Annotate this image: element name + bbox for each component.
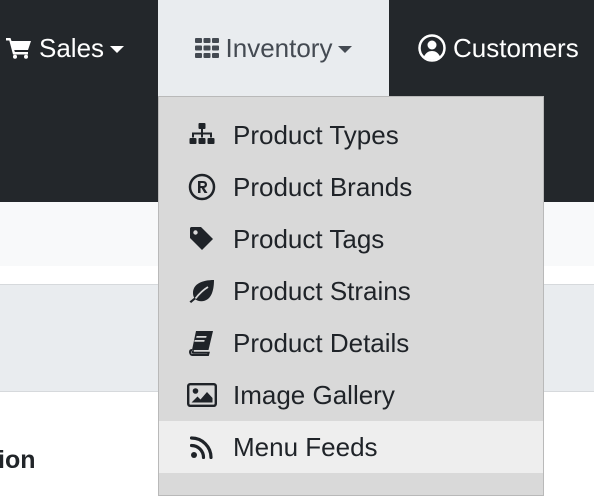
nav-inventory-label: Inventory <box>225 32 333 63</box>
user-circle-icon <box>418 34 446 62</box>
grid-icon <box>194 38 219 58</box>
chevron-down-icon <box>338 46 353 53</box>
menu-item-label: Product Tags <box>233 223 385 254</box>
nav-sales[interactable]: Sales <box>6 0 125 96</box>
nav-customers[interactable]: Customers <box>418 0 579 96</box>
menu-item-label: Product Details <box>233 327 410 358</box>
shopping-cart-icon <box>6 37 32 59</box>
image-icon <box>187 380 217 410</box>
menu-item-product-strains[interactable]: Product Strains <box>159 265 543 317</box>
leaf-icon <box>187 276 217 306</box>
menu-item-label: Product Types <box>233 119 399 150</box>
menu-item-product-tags[interactable]: Product Tags <box>159 213 543 265</box>
registered-icon <box>187 172 217 202</box>
book-icon <box>187 328 217 358</box>
menu-item-image-gallery[interactable]: Image Gallery <box>159 369 543 421</box>
sitemap-icon <box>187 120 217 150</box>
nav-inventory[interactable]: Inventory <box>158 0 389 96</box>
inventory-dropdown-menu: Product Types Product Brands Product Tag… <box>158 96 544 496</box>
nav-customers-label: Customers <box>453 32 579 63</box>
section-heading: ion <box>0 446 36 474</box>
chevron-down-icon <box>110 46 125 53</box>
menu-item-label: Menu Feeds <box>233 431 378 462</box>
menu-item-product-brands[interactable]: Product Brands <box>159 161 543 213</box>
menu-item-product-types[interactable]: Product Types <box>159 109 543 161</box>
menu-item-menu-feeds[interactable]: Menu Feeds <box>159 421 543 473</box>
menu-item-label: Image Gallery <box>233 379 395 410</box>
nav-sales-label: Sales <box>39 32 105 63</box>
menu-item-label: Product Strains <box>233 275 411 306</box>
menu-item-product-details[interactable]: Product Details <box>159 317 543 369</box>
rss-icon <box>187 432 217 462</box>
tag-icon <box>187 224 217 254</box>
menu-item-label: Product Brands <box>233 171 413 202</box>
